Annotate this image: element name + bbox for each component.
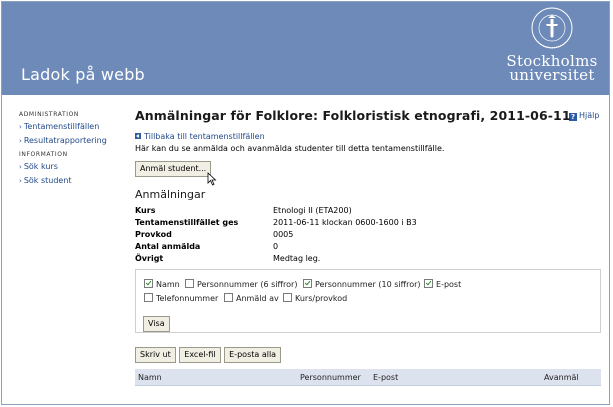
action-buttons: Skriv ut Excel-fil E-posta alla: [135, 347, 282, 363]
page-header: Ladok på webb Stockholms universitet: [2, 2, 609, 95]
info-row: Övrigt Medtag leg.: [135, 254, 417, 266]
info-label: Övrigt: [135, 254, 164, 263]
app-title: Ladok på webb: [21, 65, 145, 84]
sidebar-item-label: Tentamenstillfällen: [23, 122, 100, 131]
filter-personnummer-6[interactable]: Personnummer (6 siffror): [185, 279, 297, 289]
info-value: 0: [273, 242, 279, 251]
chevron-right-icon: ›: [19, 163, 22, 171]
sidebar-heading-information: INFORMATION: [19, 151, 68, 158]
filter-namn[interactable]: Namn: [144, 279, 180, 289]
filter-personnummer-10[interactable]: Personnummer (10 siffror): [303, 279, 421, 289]
intro-text: Här kan du se anmälda och avanmälda stud…: [135, 144, 445, 153]
sidebar-item-tentamenstillfallen[interactable]: › Tentamenstillfällen: [19, 122, 129, 131]
university-seal-icon: [531, 7, 573, 49]
section-title: Anmälningar: [135, 188, 206, 201]
page-title: Anmälningar för Folklore: Folkloristisk …: [135, 108, 571, 123]
filter-kurs-provkod[interactable]: Kurs/provkod: [283, 293, 347, 303]
results-table-header: Namn Personnummer E-post Avanmäl: [135, 369, 601, 386]
info-row: Antal anmälda 0: [135, 242, 417, 254]
main-content: Anmälningar för Folklore: Folkloristisk …: [135, 108, 605, 386]
info-row: Kurs Etnologi II (ETA200): [135, 206, 417, 218]
info-label: Provkod: [135, 230, 172, 239]
email-all-button[interactable]: E-posta alla: [224, 347, 282, 363]
column-header-e-post[interactable]: E-post: [373, 373, 398, 382]
info-value: Medtag leg.: [273, 254, 321, 263]
column-header-personnummer[interactable]: Personnummer: [300, 373, 361, 382]
info-value: Etnologi II (ETA200): [273, 206, 352, 215]
filter-label: Namn: [156, 280, 180, 289]
sidebar-heading-administration: ADMINISTRATION: [19, 111, 80, 118]
chevron-right-icon: ›: [19, 123, 22, 131]
filter-label: Telefonnummer: [156, 294, 219, 303]
column-filter-panel: Namn Personnummer (6 siffror) Personnumm…: [135, 269, 601, 333]
excel-export-button[interactable]: Excel-fil: [179, 347, 221, 363]
filter-anmald-av[interactable]: Anmäld av: [224, 293, 279, 303]
sidebar-item-label: Sök student: [23, 176, 72, 185]
checkbox[interactable]: [283, 293, 292, 302]
filter-e-post[interactable]: E-post: [424, 279, 461, 289]
checkbox[interactable]: [303, 279, 312, 288]
checkbox[interactable]: [144, 279, 153, 288]
column-header-namn[interactable]: Namn: [138, 373, 162, 382]
app-window: Ladok på webb Stockholms universitet: [1, 1, 610, 405]
logo-wordmark: Stockholms universitet: [498, 54, 606, 84]
back-arrow-icon: [135, 133, 141, 139]
filter-label: Kurs/provkod: [295, 294, 348, 303]
logo-line-2: universitet: [509, 66, 595, 84]
info-label: Kurs: [135, 206, 156, 215]
info-row: Provkod 0005: [135, 230, 417, 242]
info-label: Antal anmälda: [135, 242, 201, 251]
exam-info-table: Kurs Etnologi II (ETA200) Tentamenstillf…: [135, 206, 417, 266]
filter-label: Personnummer (10 siffror): [315, 280, 421, 289]
print-button[interactable]: Skriv ut: [135, 347, 176, 363]
filter-telefonnummer[interactable]: Telefonnummer: [144, 293, 218, 303]
filter-label: Personnummer (6 siffror): [197, 280, 298, 289]
filter-label: Anmäld av: [236, 294, 279, 303]
checkbox[interactable]: [185, 279, 194, 288]
info-value: 0005: [273, 230, 294, 239]
university-logo: Stockholms universitet: [498, 6, 606, 90]
sidebar-item-label: Sök kurs: [23, 162, 58, 171]
info-label: Tentamenstillfället ges: [135, 218, 239, 227]
info-value: 2011-06-11 klockan 0600-1600 i B3: [273, 218, 417, 227]
checkbox[interactable]: [144, 293, 153, 302]
sidebar-item-sok-kurs[interactable]: › Sök kurs: [19, 162, 129, 171]
sidebar-item-label: Resultatrapportering: [23, 136, 107, 145]
back-link[interactable]: Tillbaka till tentamenstillfällen: [135, 132, 265, 141]
back-link-label: Tillbaka till tentamenstillfällen: [144, 132, 265, 141]
chevron-right-icon: ›: [19, 137, 22, 145]
chevron-right-icon: ›: [19, 177, 22, 185]
checkbox[interactable]: [424, 279, 433, 288]
column-header-avanmal[interactable]: Avanmäl: [544, 373, 579, 382]
register-student-button[interactable]: Anmäl student...: [135, 161, 212, 177]
sidebar-item-sok-student[interactable]: › Sök student: [19, 176, 129, 185]
sidebar-item-resultatrapportering[interactable]: › Resultatrapportering: [19, 136, 129, 145]
show-button[interactable]: Visa: [143, 316, 170, 332]
checkbox[interactable]: [224, 293, 233, 302]
mouse-pointer-icon: [207, 172, 217, 186]
filter-label: E-post: [436, 280, 462, 289]
sidebar: ADMINISTRATION › Tentamenstillfällen › Res…: [19, 111, 129, 190]
info-row: Tentamenstillfället ges 2011-06-11 klock…: [135, 218, 417, 230]
